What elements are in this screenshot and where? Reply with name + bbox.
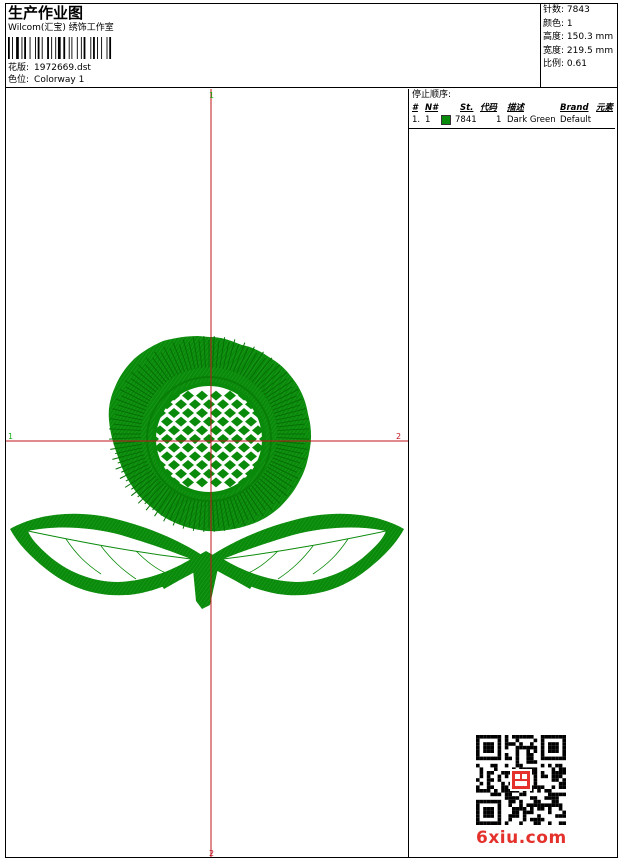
col-stitches: St. [460,103,474,113]
row-index: 1. [412,115,421,125]
col-brand: Brand [560,103,589,113]
flower-head [108,336,312,532]
colorway-row: 色位: Colorway 1 [8,75,84,86]
axis-label-bottom: 2 [209,849,214,857]
table-divider [408,128,615,129]
stop-sequence-title: 停止顺序: [412,90,452,100]
design-preview: 1 2 1 2 [6,89,409,857]
embroidery-canvas: 1 2 1 2 [6,89,408,857]
production-sheet: 生产作业图 Wilcom(汇宝) 绣饰工作室 花版: 1972669.dst 色位… [5,3,618,858]
design-file-row: 花版: 1972669.dst [8,63,91,74]
row-code: 1 [496,115,502,125]
row-stitches: 7841 [455,115,477,125]
studio-name: Wilcom(汇宝) 绣饰工作室 [8,23,114,33]
col-needle: N# [425,103,439,113]
thread-color-swatch [441,115,451,125]
stat-colors: 颜色: 1 [543,18,573,29]
page-title: 生产作业图 [8,4,84,22]
axis-label-left: 1 [8,432,13,441]
colorway-name: Colorway 1 [34,75,85,85]
design-label: 花版: [8,63,30,73]
stat-width: 宽度: 219.5 mm [543,45,614,56]
stat-stitches: 针数: 7843 [543,5,590,15]
header: 生产作业图 Wilcom(汇宝) 绣饰工作室 花版: 1972669.dst 色位… [6,4,617,88]
seal-stamp [510,769,532,791]
stat-height: 高度: 150.3 mm [543,32,614,42]
col-index: # [412,103,418,113]
axis-label-top: 1 [209,91,214,100]
col-description: 描述 [507,103,525,113]
axis-label-right: 2 [396,432,401,441]
colorway-label: 色位: [8,75,30,85]
header-info: 生产作业图 Wilcom(汇宝) 绣饰工作室 花版: 1972669.dst 色位… [8,4,538,88]
design-file-name: 1972669.dst [34,63,91,73]
stats-panel: 针数: 7843 颜色: 1 高度: 150.3 mm 宽度: 219.5 mm… [540,4,617,88]
row-description: Dark Green [507,115,556,125]
stat-scale: 比例: 0.61 [543,59,587,69]
row-brand: Default [560,115,592,125]
col-code: 代码 [480,103,498,113]
table-row: 1. 1 7841 1 Dark Green Default [412,114,616,126]
table-header: # N# St. 代码 描述 Brand 元素 [412,102,616,114]
stem-ribbon [192,551,220,609]
watermark-logo: 6xiu.com [476,828,567,848]
row-needle: 1 [425,115,431,125]
stop-sequence-table: # N# St. 代码 描述 Brand 元素 1. 1 7841 1 Dark… [412,102,616,126]
barcode [8,37,112,59]
col-element: 元素 [596,103,614,113]
